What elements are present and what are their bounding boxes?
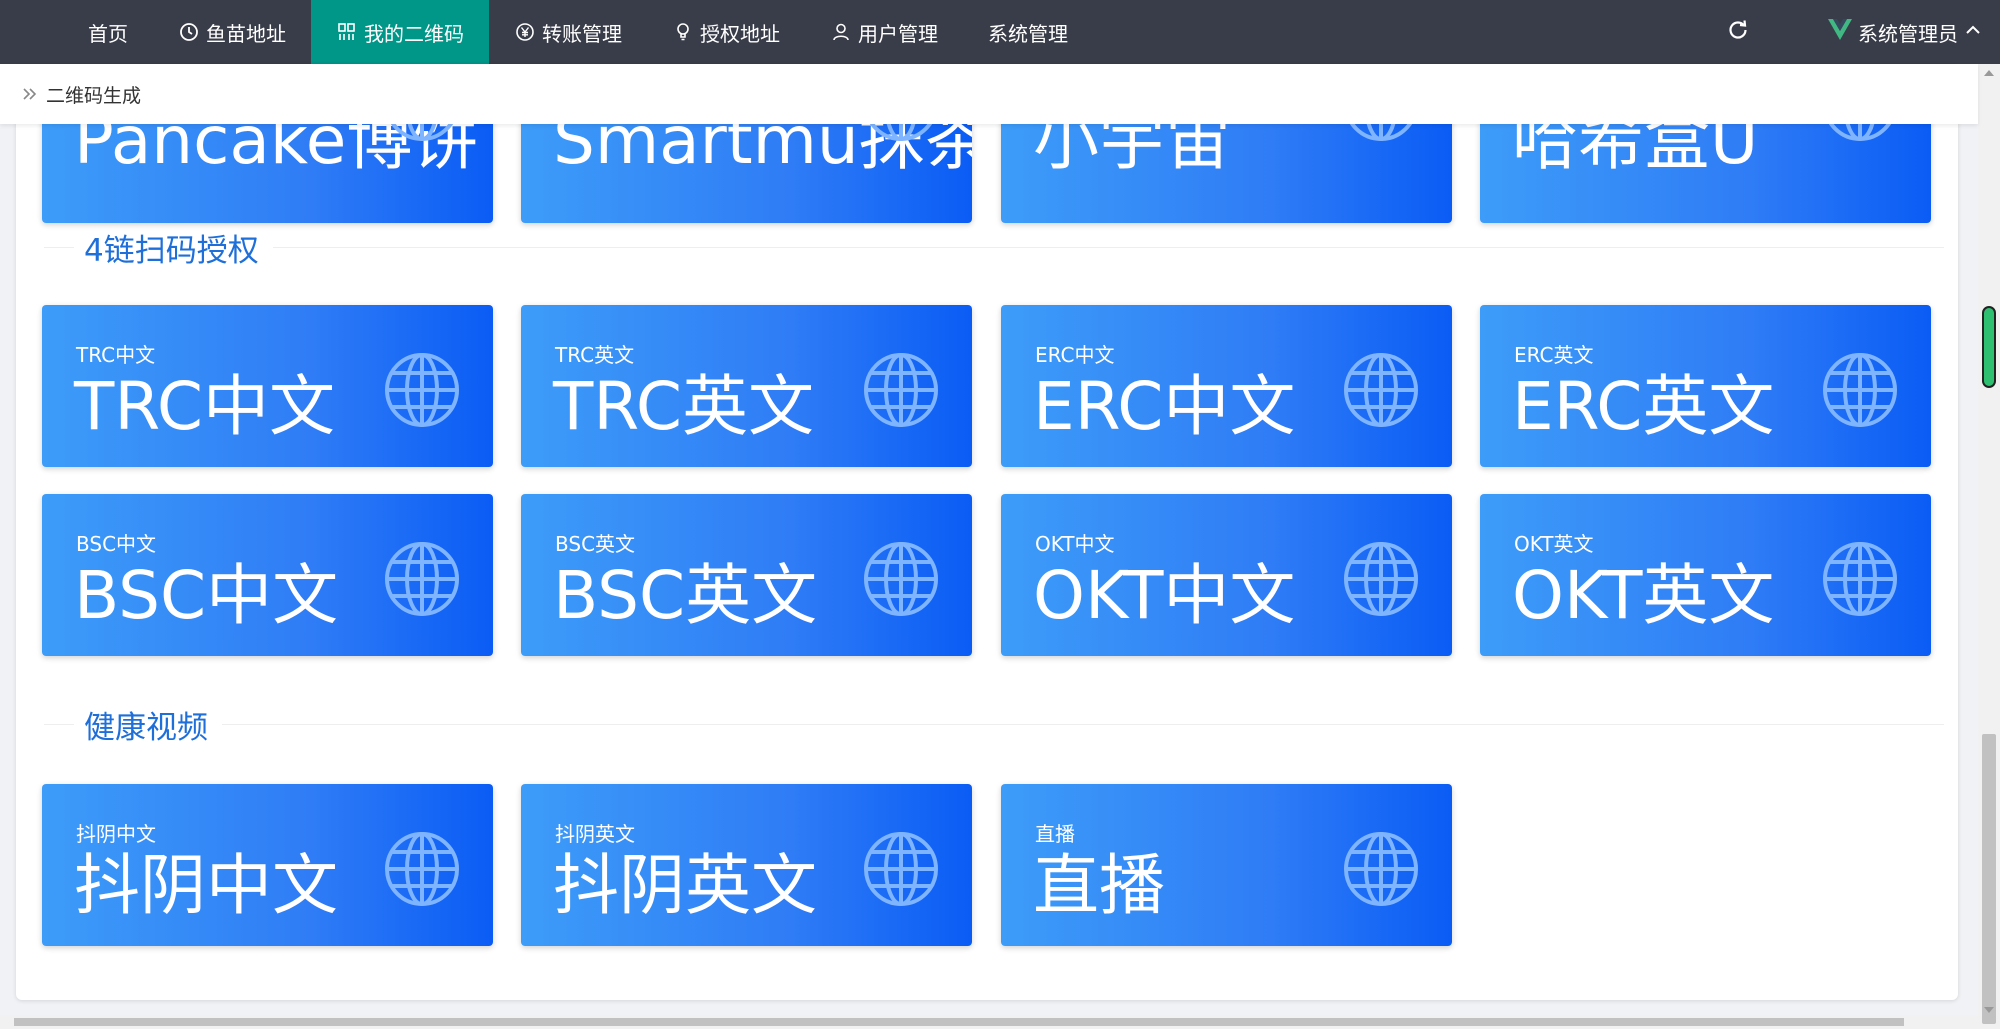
vertical-scroll-thumb[interactable] bbox=[1982, 734, 1996, 1024]
yen-icon bbox=[514, 21, 536, 43]
card-subtitle: 抖阴中文 bbox=[76, 822, 156, 846]
card-subtitle: OKT中文 bbox=[1035, 532, 1115, 556]
clock-icon bbox=[178, 21, 200, 43]
nav-my-qrcode[interactable]: 我的二维码 bbox=[311, 0, 489, 64]
horizontal-scroll-thumb[interactable] bbox=[14, 1018, 1904, 1026]
breadcrumb-current: 二维码生成 bbox=[46, 84, 142, 107]
card-subtitle: BSC英文 bbox=[555, 532, 636, 556]
globe-icon bbox=[383, 540, 461, 618]
refresh-icon bbox=[1727, 19, 1749, 45]
nav-auth-address-label: 授权地址 bbox=[700, 21, 780, 46]
card-title: TRC英文 bbox=[553, 368, 814, 445]
qrcode-card[interactable]: 直播 直播 bbox=[1001, 784, 1452, 946]
card-subtitle: TRC中文 bbox=[76, 343, 156, 367]
user-menu[interactable]: 系统管理员 bbox=[1768, 0, 2000, 64]
card-title: ERC中文 bbox=[1033, 368, 1296, 445]
card-subtitle: BSC中文 bbox=[76, 532, 157, 556]
card-subtitle: TRC英文 bbox=[555, 343, 635, 367]
nav-system-manage[interactable]: 系统管理 bbox=[963, 0, 1093, 64]
section-title: 4链扫码授权 bbox=[84, 232, 259, 269]
card-subtitle: OKT英文 bbox=[1514, 532, 1594, 556]
double-chevron-right-icon bbox=[20, 84, 40, 104]
qrcode-card[interactable]: TRC中文 TRC中文 bbox=[42, 305, 493, 467]
nav-my-qrcode-label: 我的二维码 bbox=[364, 21, 464, 46]
user-icon bbox=[830, 21, 852, 43]
scroll-down-arrow-icon[interactable] bbox=[1984, 1007, 1994, 1013]
globe-icon bbox=[383, 830, 461, 908]
card-title: OKT英文 bbox=[1512, 557, 1775, 634]
qrcode-card[interactable]: ERC中文 ERC中文 bbox=[1001, 305, 1452, 467]
qrcode-card[interactable]: ERC英文 ERC英文 bbox=[1480, 305, 1931, 467]
globe-icon bbox=[1821, 540, 1899, 618]
vue-logo-icon bbox=[1828, 18, 1852, 46]
qrcode-card[interactable]: OKT英文 OKT英文 bbox=[1480, 494, 1931, 656]
qrcode-grid: Pancake博饼 Smartmu抹茶 小宇宙 哈希盒U 4链扫码授权 TRC中文 TRC中… bbox=[16, 64, 1958, 1000]
qrcode-card[interactable]: TRC英文 TRC英文 bbox=[521, 305, 972, 467]
nav-user-manage-label: 用户管理 bbox=[858, 21, 938, 46]
nav-fish-address[interactable]: 鱼苗地址 bbox=[153, 0, 311, 64]
card-subtitle: ERC中文 bbox=[1035, 343, 1115, 367]
nav-auth-address[interactable]: 授权地址 bbox=[647, 0, 805, 64]
refresh-button[interactable] bbox=[1708, 0, 1768, 64]
globe-icon bbox=[1342, 540, 1420, 618]
chevron-up-icon bbox=[1964, 20, 1982, 44]
bulb-icon bbox=[672, 21, 694, 43]
divider bbox=[44, 246, 74, 248]
globe-icon bbox=[862, 540, 940, 618]
section-title: 健康视频 bbox=[84, 709, 208, 746]
nav-fish-address-label: 鱼苗地址 bbox=[206, 21, 286, 46]
nav-transfer-label: 转账管理 bbox=[542, 21, 622, 46]
card-subtitle: ERC英文 bbox=[1514, 343, 1594, 367]
card-title: BSC中文 bbox=[74, 557, 339, 634]
breadcrumb: 二维码生成 bbox=[0, 64, 1978, 124]
user-name: 系统管理员 bbox=[1858, 21, 1958, 46]
card-subtitle: 抖阴英文 bbox=[555, 822, 635, 846]
horizontal-scrollbar[interactable] bbox=[0, 1015, 1978, 1029]
card-title: TRC中文 bbox=[74, 368, 335, 445]
card-subtitle: 直播 bbox=[1035, 822, 1075, 846]
nav-right-tools: 系统管理员 bbox=[1708, 0, 2000, 64]
side-drag-handle[interactable] bbox=[1982, 306, 1996, 388]
globe-icon bbox=[1342, 351, 1420, 429]
card-title: 抖阴英文 bbox=[553, 847, 817, 924]
nav-user-manage[interactable]: 用户管理 bbox=[805, 0, 963, 64]
card-title: BSC英文 bbox=[553, 557, 818, 634]
nav-home-label: 首页 bbox=[88, 21, 128, 46]
content-panel: Pancake博饼 Smartmu抹茶 小宇宙 哈希盒U 4链扫码授权 TRC中文 TRC中… bbox=[16, 64, 1958, 1000]
section-heading: 健康视频 bbox=[44, 704, 1944, 746]
nav-transfer[interactable]: 转账管理 bbox=[489, 0, 647, 64]
globe-icon bbox=[862, 351, 940, 429]
globe-icon bbox=[862, 830, 940, 908]
divider bbox=[272, 246, 1944, 248]
nav-system-manage-label: 系统管理 bbox=[988, 21, 1068, 46]
scroll-up-arrow-icon[interactable] bbox=[1984, 70, 1994, 76]
qrcode-card[interactable]: 抖阴中文 抖阴中文 bbox=[42, 784, 493, 946]
qrcode-card[interactable]: BSC中文 BSC中文 bbox=[42, 494, 493, 656]
qrcode-card[interactable]: OKT中文 OKT中文 bbox=[1001, 494, 1452, 656]
divider bbox=[44, 723, 74, 725]
globe-icon bbox=[383, 351, 461, 429]
vertical-scrollbar[interactable] bbox=[1978, 64, 2000, 1029]
globe-icon bbox=[1821, 351, 1899, 429]
nav-home[interactable]: 首页 bbox=[0, 0, 153, 64]
divider bbox=[222, 723, 1944, 725]
card-title: 抖阴中文 bbox=[74, 847, 338, 924]
card-title: 直播 bbox=[1033, 847, 1165, 924]
card-title: OKT中文 bbox=[1033, 557, 1296, 634]
card-title: ERC英文 bbox=[1512, 368, 1775, 445]
section-heading: 4链扫码授权 bbox=[44, 227, 1944, 269]
top-navigation: 首页 鱼苗地址 我的二维码 转账管理 授权地址 用户管理 系统管理 系统管理员 bbox=[0, 0, 2000, 64]
qrcode-card[interactable]: 抖阴英文 抖阴英文 bbox=[521, 784, 972, 946]
qrcode-card[interactable]: BSC英文 BSC英文 bbox=[521, 494, 972, 656]
qrcode-icon bbox=[336, 21, 358, 43]
globe-icon bbox=[1342, 830, 1420, 908]
